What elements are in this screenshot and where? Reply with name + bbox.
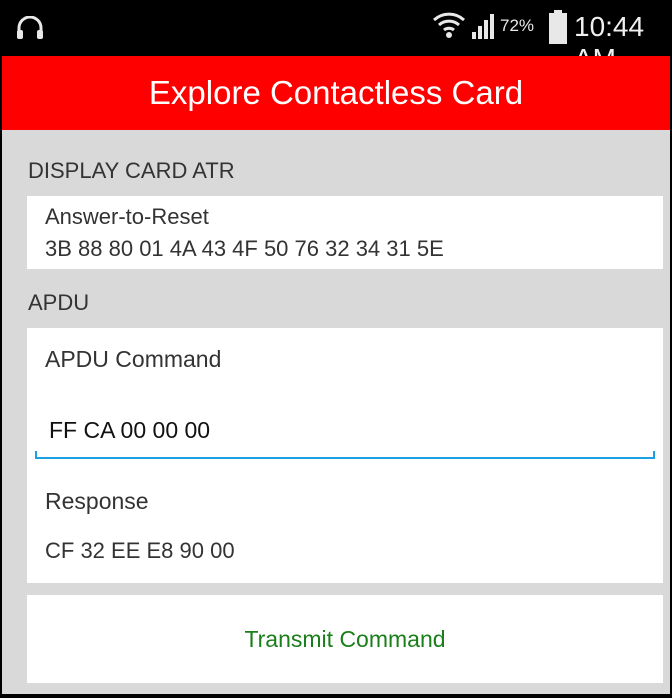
status-bar: 72% 10:44 AM — [2, 0, 670, 74]
battery-icon — [549, 10, 567, 44]
bottom-border — [2, 694, 670, 698]
app-bar: Explore Contactless Card — [2, 56, 670, 130]
apdu-command-label: APDU Command — [45, 346, 222, 372]
signal-icon — [472, 14, 494, 39]
input-underline — [35, 451, 655, 459]
apdu-section-label: APDU — [28, 290, 90, 315]
atr-card: Answer-to-Reset 3B 88 80 01 4A 43 4F 50 … — [27, 196, 663, 269]
headset-icon — [17, 16, 43, 39]
atr-title: Answer-to-Reset — [45, 204, 209, 229]
atr-value: 3B 88 80 01 4A 43 4F 50 76 32 34 31 5E — [45, 236, 444, 261]
battery-percent: 72% — [500, 16, 535, 35]
apdu-card: APDU Command Response CF 32 EE E8 90 00 — [27, 328, 663, 583]
response-label: Response — [45, 488, 149, 514]
apdu-command-input[interactable] — [35, 410, 655, 450]
atr-section-label: DISPLAY CARD ATR — [28, 158, 235, 183]
app-title: Explore Contactless Card — [148, 74, 524, 111]
transmit-command-button[interactable]: Transmit Command — [27, 595, 663, 683]
response-value: CF 32 EE E8 90 00 — [45, 538, 235, 563]
wifi-icon — [432, 12, 466, 38]
